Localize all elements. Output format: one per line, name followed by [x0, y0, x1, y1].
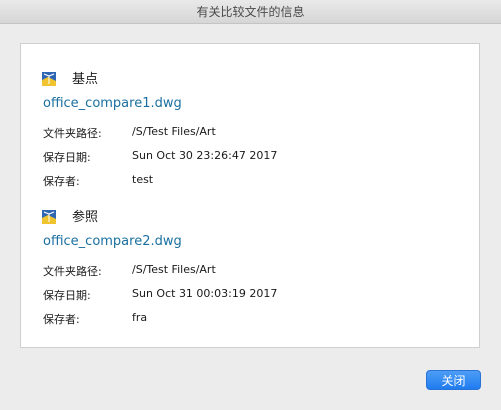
reference-date-row: 保存日期: Sun Oct 31 00:03:19 2017 — [43, 287, 277, 303]
base-author-row: 保存者: test — [43, 173, 153, 189]
folder-path-value: /S/Test Files/Art — [132, 125, 216, 138]
saved-by-label: 保存者: — [43, 175, 80, 188]
save-date-label: 保存日期: — [43, 289, 91, 302]
compare-info-dialog: 有关比较文件的信息 基点 office_compare1.dwg 文件夹路径: … — [0, 0, 501, 410]
save-date-label: 保存日期: — [43, 151, 91, 164]
base-heading: 基点 — [72, 72, 99, 87]
dwg-file-icon — [42, 71, 56, 86]
dwg-file-icon — [42, 209, 56, 224]
base-date-row: 保存日期: Sun Oct 30 23:26:47 2017 — [43, 149, 277, 165]
save-date-value: Sun Oct 31 00:03:19 2017 — [132, 287, 278, 300]
folder-path-label: 文件夹路径: — [43, 127, 102, 140]
close-button[interactable]: 关闭 — [426, 370, 481, 390]
folder-path-value: /S/Test Files/Art — [132, 263, 216, 276]
saved-by-value: test — [132, 173, 154, 186]
saved-by-label: 保存者: — [43, 313, 80, 326]
saved-by-value: fra — [132, 311, 148, 324]
base-folder-row: 文件夹路径: /S/Test Files/Art — [43, 125, 216, 141]
info-panel: 基点 office_compare1.dwg 文件夹路径: /S/Test Fi… — [20, 43, 480, 348]
folder-path-label: 文件夹路径: — [43, 265, 102, 278]
save-date-value: Sun Oct 30 23:26:47 2017 — [132, 149, 278, 162]
reference-filename: office_compare2.dwg — [43, 234, 182, 249]
base-filename: office_compare1.dwg — [43, 96, 182, 111]
reference-heading: 参照 — [72, 210, 99, 225]
reference-folder-row: 文件夹路径: /S/Test Files/Art — [43, 263, 216, 279]
reference-author-row: 保存者: fra — [43, 311, 147, 327]
titlebar[interactable]: 有关比较文件的信息 — [0, 0, 501, 24]
base-section-header: 基点 — [42, 68, 98, 87]
reference-section-header: 参照 — [42, 206, 98, 225]
window-title: 有关比较文件的信息 — [196, 5, 305, 19]
